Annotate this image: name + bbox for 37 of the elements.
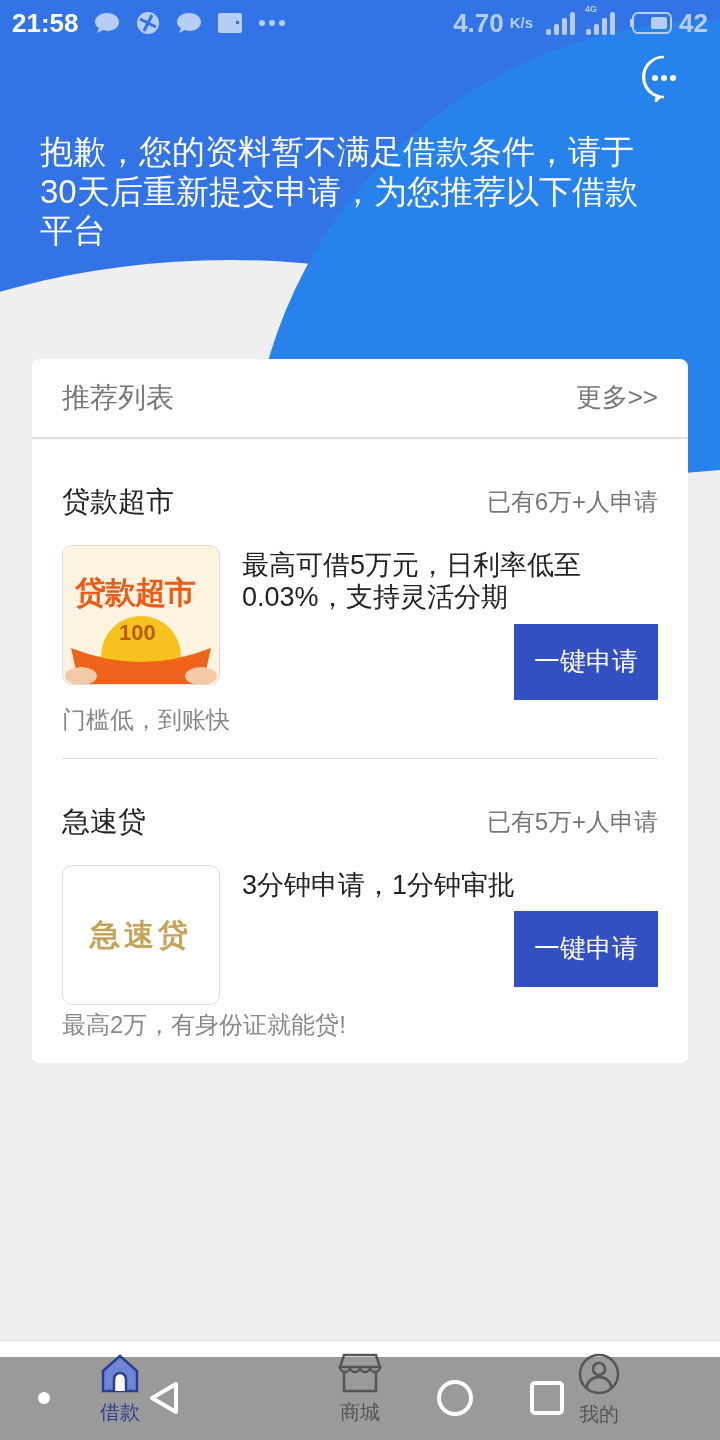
notice-message: 抱歉，您的资料暂不满足借款条件，请于30天后重新提交申请，为您推荐以下借款平台: [40, 132, 639, 251]
product-note: 门槛低，到账快: [62, 704, 231, 735]
logo-text: 急速贷: [90, 916, 192, 955]
battery-icon: [629, 12, 674, 34]
apply-button[interactable]: 一键申请: [514, 623, 658, 700]
apply-button[interactable]: 一键申请: [514, 910, 658, 987]
product-note: 最高2万，有身份证就能贷!: [62, 1009, 347, 1040]
signal-icon: [545, 11, 578, 35]
user-icon: [578, 1353, 620, 1395]
signal-icon: [585, 11, 618, 35]
dot-icon[interactable]: [38, 1392, 50, 1404]
chat-icon: [92, 11, 121, 35]
product-description: 3分钟申请，1分钟审批: [242, 868, 517, 901]
speed-unit: K/s: [509, 12, 534, 33]
chat-icon: [174, 11, 203, 35]
network-speed: 4.70: [453, 6, 504, 40]
product-description: 最高可借5万元，日利率低至0.03%，支持灵活分期: [242, 548, 583, 614]
applicant-count: 已有5万+人申请: [486, 806, 658, 837]
home-button-icon[interactable]: [436, 1379, 474, 1417]
product-name: 急速贷: [62, 804, 146, 839]
network-type: 4G: [585, 5, 598, 14]
more-icon: [258, 19, 285, 27]
battery-level: 42: [679, 6, 708, 40]
status-time: 21:58: [12, 6, 79, 40]
logo-text: 贷款超市: [75, 573, 195, 612]
shop-icon: [338, 1353, 382, 1393]
sync-icon: [134, 10, 161, 36]
nav-tab[interactable]: 我的: [578, 1353, 620, 1429]
card-title: 推荐列表: [62, 380, 174, 415]
wallet-icon: [216, 11, 243, 35]
nav-tab[interactable]: 商城: [338, 1353, 382, 1427]
recent-apps-icon[interactable]: [530, 1381, 564, 1415]
back-icon[interactable]: [148, 1381, 180, 1415]
applicant-count: 已有6万+人申请: [486, 486, 658, 517]
product-name: 贷款超市: [62, 484, 174, 519]
more-link[interactable]: 更多>>: [575, 378, 658, 418]
coin-text: 100: [119, 621, 156, 644]
